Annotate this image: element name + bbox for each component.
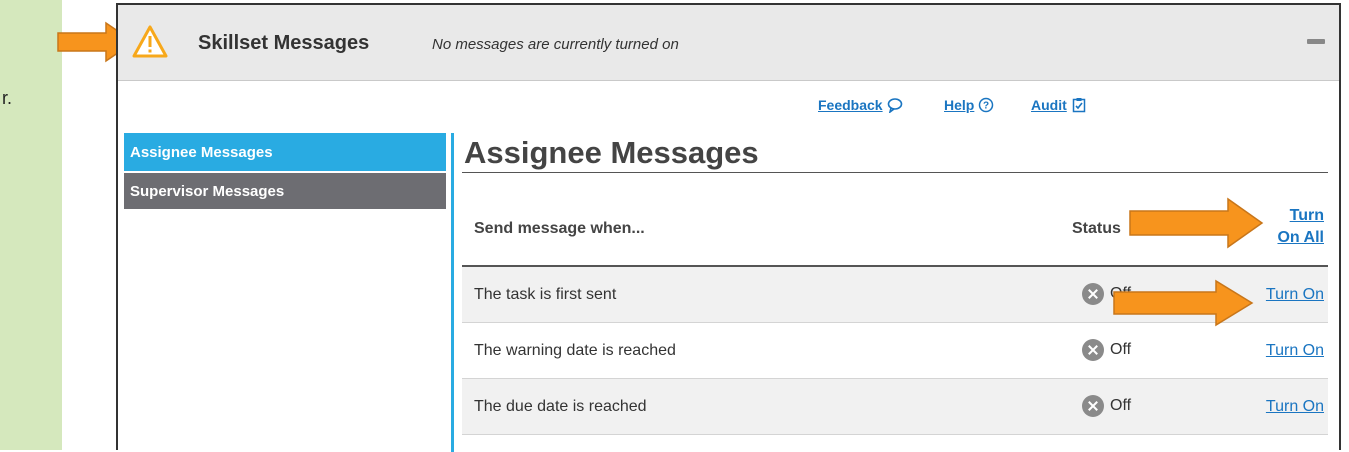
turn-on-link[interactable]: Turn On [1266, 342, 1324, 360]
svg-text:?: ? [983, 101, 989, 112]
sidebar-item-label: Assignee Messages [130, 143, 273, 161]
clipboard-check-icon [1072, 98, 1086, 113]
warning-triangle-icon [132, 25, 168, 58]
row-message: The due date is reached [474, 398, 647, 415]
help-label: Help [944, 97, 975, 113]
panel-header[interactable]: Skillset Messages No messages are curren… [118, 5, 1339, 81]
turn-on-all-link[interactable]: Turn On All [1277, 205, 1324, 249]
audit-label: Audit [1031, 97, 1067, 113]
status-text: Off [1110, 397, 1132, 414]
x-circle-icon [1082, 283, 1104, 305]
table-row: The warning date is reached Off Turn On [462, 323, 1328, 379]
row-status: Off [1082, 395, 1131, 417]
row-message: The warning date is reached [474, 342, 676, 359]
turn-on-link[interactable]: Turn On [1266, 398, 1324, 416]
status-text: Off [1110, 341, 1132, 358]
turn-on-all-line2: On All [1277, 229, 1324, 246]
minus-icon[interactable] [1307, 39, 1325, 44]
turn-on-link[interactable]: Turn On [1266, 286, 1324, 304]
left-text-fragment: r. [2, 88, 13, 108]
sidebar: Assignee Messages Supervisor Messages [124, 133, 446, 211]
question-circle-icon: ? [979, 97, 994, 113]
table-row: The due date is reached Off Turn On [462, 379, 1328, 435]
feedback-link[interactable]: Feedback [818, 97, 903, 113]
panel-subtitle: No messages are currently turned on [432, 36, 679, 53]
turn-on-all-line1: Turn [1289, 207, 1324, 224]
column-header-status: Status [1072, 220, 1121, 237]
row-status: Off [1082, 339, 1131, 361]
panel-title: Skillset Messages [198, 32, 370, 54]
left-margin-strip: r. [0, 0, 62, 450]
annotation-arrow-turn-on-all [1129, 197, 1264, 249]
help-link[interactable]: Help ? [944, 97, 994, 113]
sidebar-item-label: Supervisor Messages [130, 182, 285, 200]
sidebar-item-supervisor-messages[interactable]: Supervisor Messages [124, 173, 446, 209]
top-links: Feedback Help ? Audit [118, 97, 1339, 117]
audit-link[interactable]: Audit [1031, 97, 1087, 113]
row-message: The task is first sent [474, 286, 617, 303]
content-divider [451, 133, 454, 452]
sidebar-item-assignee-messages[interactable]: Assignee Messages [124, 133, 446, 171]
x-circle-icon [1082, 339, 1104, 361]
annotation-arrow-turn-on [1113, 279, 1254, 327]
feedback-label: Feedback [818, 97, 883, 113]
column-header-send: Send message when... [474, 220, 645, 237]
x-circle-icon [1082, 395, 1104, 417]
page-title: Assignee Messages [462, 133, 1328, 173]
speech-bubble-icon [887, 98, 902, 113]
